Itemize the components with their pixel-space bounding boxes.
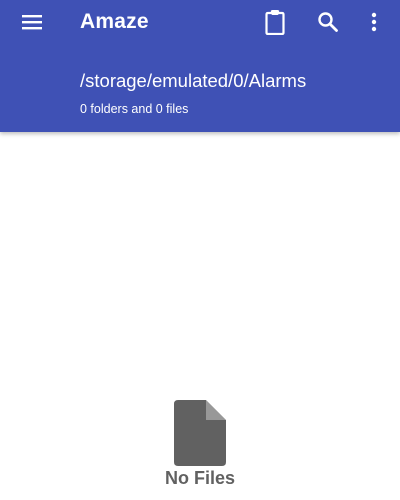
empty-state-label: No Files	[164, 468, 235, 488]
search-icon	[318, 12, 338, 32]
clipboard-icon	[265, 10, 285, 35]
file-icon	[174, 400, 226, 466]
folder-file-count: 0 folders and 0 files	[80, 102, 189, 116]
app-window: Amaze /storage/emulated/0/Alarms 0 folde…	[0, 0, 400, 500]
empty-state: No Files	[0, 400, 400, 489]
hamburger-menu-icon	[22, 15, 42, 30]
clipboard-button[interactable]	[255, 2, 295, 42]
overflow-menu-button[interactable]	[354, 2, 394, 42]
current-path[interactable]: /storage/emulated/0/Alarms	[80, 70, 306, 92]
more-vert-icon	[371, 12, 377, 32]
app-title: Amaze	[80, 10, 149, 33]
toolbar: Amaze	[0, 0, 400, 46]
app-bar: Amaze /storage/emulated/0/Alarms 0 folde…	[0, 0, 400, 132]
menu-button[interactable]	[12, 2, 52, 42]
search-button[interactable]	[308, 2, 348, 42]
